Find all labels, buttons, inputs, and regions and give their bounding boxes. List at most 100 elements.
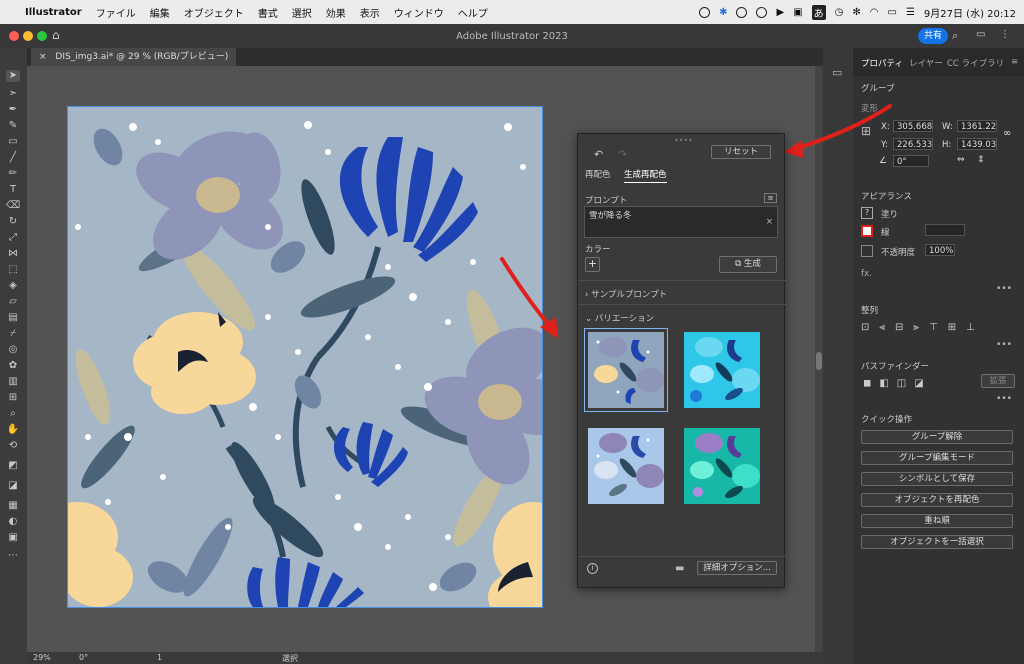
arrange-button[interactable]: 重ね順 [861, 514, 1013, 528]
time-machine-icon[interactable]: ◷ [835, 7, 844, 18]
tab-cc-libraries[interactable]: CC ライブラリ [947, 57, 1004, 69]
fill-stroke-swatch-icon[interactable]: ◩ [6, 460, 20, 472]
drag-handle-icon[interactable]: •••• [674, 136, 693, 145]
menu-type[interactable]: 書式 [258, 5, 278, 20]
document-tab[interactable]: × DIS_img3.ai* @ 29 % (RGB/プレビュー) [31, 48, 237, 66]
selection-tool-icon[interactable]: ➤ [6, 70, 20, 82]
pen-tool-icon[interactable]: ✒ [6, 104, 20, 116]
fill-swatch-icon[interactable]: ? [861, 207, 873, 219]
select-same-button[interactable]: オブジェクトを一括選択 [861, 535, 1013, 549]
zoom-level[interactable]: 29% [33, 653, 51, 662]
align-left-icon[interactable]: ⫷ [879, 322, 885, 333]
prompt-input[interactable]: 雪が降る冬 × [584, 206, 778, 238]
screen-mode-icon[interactable]: ▣ [6, 532, 20, 544]
control-center-icon[interactable]: ☰ [906, 7, 915, 18]
undo-icon[interactable]: ↶ [594, 148, 603, 161]
artboard[interactable] [67, 106, 543, 608]
menu-help[interactable]: ヘルプ [458, 5, 488, 20]
paintbrush-tool-icon[interactable]: ✏ [6, 168, 20, 180]
free-transform-tool-icon[interactable]: ⬚ [6, 264, 20, 276]
width-tool-icon[interactable]: ⋈ [6, 248, 20, 260]
flip-vertical-icon[interactable]: ⇕ [977, 155, 985, 165]
scale-tool-icon[interactable]: ⤢ [6, 232, 20, 244]
rotation-value[interactable]: 0° [79, 653, 88, 662]
menu-view[interactable]: 表示 [360, 5, 380, 20]
reset-button[interactable]: リセット [711, 145, 771, 159]
close-tab-icon[interactable]: × [39, 52, 47, 62]
align-right-icon[interactable]: ⫸ [913, 322, 919, 333]
variation-1[interactable] [584, 328, 668, 412]
bag-icon[interactable]: ▣ [793, 7, 802, 18]
direct-selection-tool-icon[interactable]: ➣ [6, 88, 20, 100]
workspace-icon[interactable]: ⋮ [1000, 29, 1010, 40]
menu-edit[interactable]: 編集 [150, 5, 170, 20]
tab-layers[interactable]: レイヤー [909, 57, 943, 69]
tab-properties[interactable]: プロパティ [861, 57, 903, 69]
type-tool-icon[interactable]: T [6, 184, 20, 196]
constrain-proportions-icon[interactable]: ∞ [1003, 128, 1011, 139]
ime-indicator[interactable]: あ [811, 4, 826, 20]
line-tool-icon[interactable]: ╱ [6, 152, 20, 164]
curvature-tool-icon[interactable]: ✎ [6, 120, 20, 132]
fx-button[interactable]: fx. [861, 269, 872, 279]
ungroup-button[interactable]: グループ解除 [861, 430, 1013, 444]
gradient-tool-icon[interactable]: ▤ [6, 312, 20, 324]
exclude-icon[interactable]: ◪ [914, 378, 923, 389]
app-menu[interactable]: Illustrator [25, 7, 82, 18]
info-icon[interactable]: i [587, 563, 598, 574]
minus-front-icon[interactable]: ◧ [879, 378, 888, 389]
align-center-h-icon[interactable]: ⊟ [895, 322, 903, 333]
arrange-documents-icon[interactable]: ▭ [976, 29, 985, 40]
isolation-mode-button[interactable]: グループ編集モード [861, 451, 1013, 465]
clock[interactable]: 9月27日 (水) 20:12 [924, 5, 1016, 20]
default-colors-icon[interactable]: ◪ [6, 480, 20, 492]
drawing-mode-icon[interactable]: ◐ [6, 516, 20, 528]
share-button[interactable]: 共有 [918, 28, 949, 44]
add-color-button[interactable]: + [585, 257, 600, 272]
opacity-field[interactable]: 100% [925, 244, 955, 256]
panel-menu-icon[interactable]: ≡ [1011, 57, 1018, 67]
menu-select[interactable]: 選択 [292, 5, 312, 20]
w-field[interactable]: 1361.22 [957, 120, 997, 132]
variation-4[interactable] [680, 424, 764, 508]
menu-file[interactable]: ファイル [96, 5, 136, 20]
vertical-scroll-thumb[interactable] [816, 352, 822, 370]
h-field[interactable]: 1439.03 [957, 138, 997, 150]
edit-toolbar-icon[interactable]: ⋯ [6, 550, 20, 562]
rotate-view-icon[interactable]: ⟲ [6, 440, 20, 452]
more-options-button[interactable]: 詳細オプション... [697, 561, 777, 575]
status-icon-3[interactable] [756, 6, 768, 18]
align-center-v-icon[interactable]: ⊞ [948, 322, 956, 333]
recolor-artwork-button[interactable]: オブジェクトを再配色 [861, 493, 1013, 507]
align-to-icon[interactable]: ⊡ [861, 322, 869, 333]
wifi-icon[interactable]: ◠ [870, 7, 879, 18]
intersect-icon[interactable]: ◫ [897, 378, 906, 389]
stroke-label[interactable]: 線 [881, 226, 890, 238]
rotate-tool-icon[interactable]: ↻ [6, 216, 20, 228]
prompt-menu-icon[interactable]: ≡ [764, 193, 777, 203]
variations-toggle[interactable]: ⌄ バリエーション [585, 312, 654, 324]
stroke-swatch-icon[interactable] [861, 225, 873, 237]
sample-prompts-toggle[interactable]: › サンプルプロンプト [585, 288, 667, 300]
symbol-sprayer-tool-icon[interactable]: ✿ [6, 360, 20, 372]
folder-icon[interactable]: ▬ [675, 563, 684, 574]
graph-tool-icon[interactable]: ▥ [6, 376, 20, 388]
play-icon[interactable]: ▶ [776, 7, 784, 18]
align-more-icon[interactable]: ••• [996, 340, 1012, 350]
hand-tool-icon[interactable]: ✋ [6, 424, 20, 436]
rectangle-tool-icon[interactable]: ▭ [6, 136, 20, 148]
perspective-tool-icon[interactable]: ▱ [6, 296, 20, 308]
battery-icon[interactable]: ▭ [888, 7, 897, 18]
align-bottom-icon[interactable]: ⊥ [966, 322, 975, 333]
blend-tool-icon[interactable]: ◎ [6, 344, 20, 356]
status-icon-1[interactable] [699, 6, 711, 18]
artboard-number[interactable]: 1 [157, 653, 162, 662]
save-as-symbol-button[interactable]: シンボルとして保存 [861, 472, 1013, 486]
search-icon[interactable]: ⌕ [952, 29, 958, 43]
comments-icon[interactable]: ▭ [832, 66, 842, 79]
appearance-more-icon[interactable]: ••• [996, 284, 1012, 294]
flip-horizontal-icon[interactable]: ⇔ [957, 155, 965, 165]
clear-prompt-icon[interactable]: × [766, 217, 773, 227]
status-icon-2[interactable] [736, 6, 748, 18]
bluetooth-icon[interactable]: ✻ [852, 7, 860, 18]
